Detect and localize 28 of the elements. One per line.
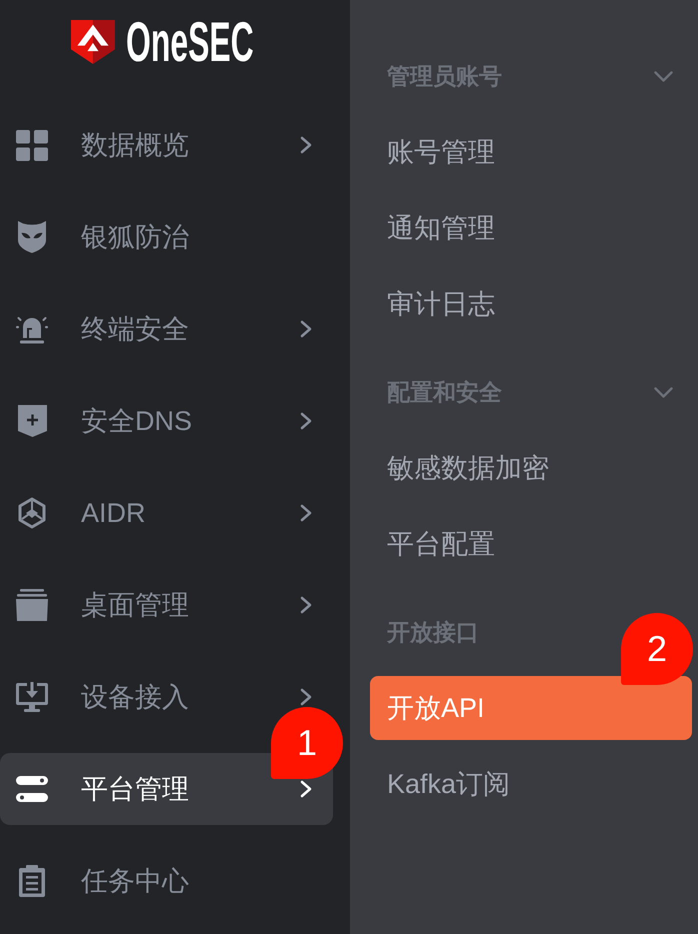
submenu-item[interactable]: 平台配置: [370, 512, 692, 576]
hexagon-cube-icon: [18, 497, 46, 529]
brand-name: OneSEC: [126, 18, 254, 66]
number-callout: 2: [621, 613, 693, 685]
submenu-item[interactable]: 开放API: [370, 676, 692, 740]
toggles-icon: [16, 776, 48, 802]
sidebar-item[interactable]: 安全DNS: [0, 385, 333, 457]
sidebar-item[interactable]: AIDR: [0, 477, 333, 549]
clipboard-icon: [19, 865, 45, 897]
grid-icon: [16, 130, 48, 160]
sidebar-item[interactable]: 银狐防治: [0, 201, 333, 273]
sidebar-item[interactable]: 桌面管理: [0, 569, 333, 641]
sidebar-item[interactable]: 数据概览: [0, 109, 333, 181]
number-callout: 1: [271, 707, 343, 779]
sidebar-item[interactable]: 任务中心: [0, 845, 333, 917]
submenu-item[interactable]: 审计日志: [370, 272, 692, 336]
archive-icon: [16, 589, 48, 621]
monitor-download-icon: [16, 682, 48, 712]
submenu-item[interactable]: 账号管理: [370, 120, 692, 184]
sidebar-item[interactable]: 终端安全: [0, 293, 333, 365]
siren-icon: [16, 314, 48, 344]
section-header: 开放接口: [386, 618, 479, 646]
shield-logo-icon: [71, 18, 115, 66]
submenu-item[interactable]: Kafka订阅: [370, 752, 692, 816]
shield-plus-icon: [18, 405, 46, 437]
submenu-item[interactable]: 通知管理: [370, 196, 692, 260]
submenu-item[interactable]: 敏感数据加密: [370, 436, 692, 500]
mask-icon: [18, 221, 46, 253]
